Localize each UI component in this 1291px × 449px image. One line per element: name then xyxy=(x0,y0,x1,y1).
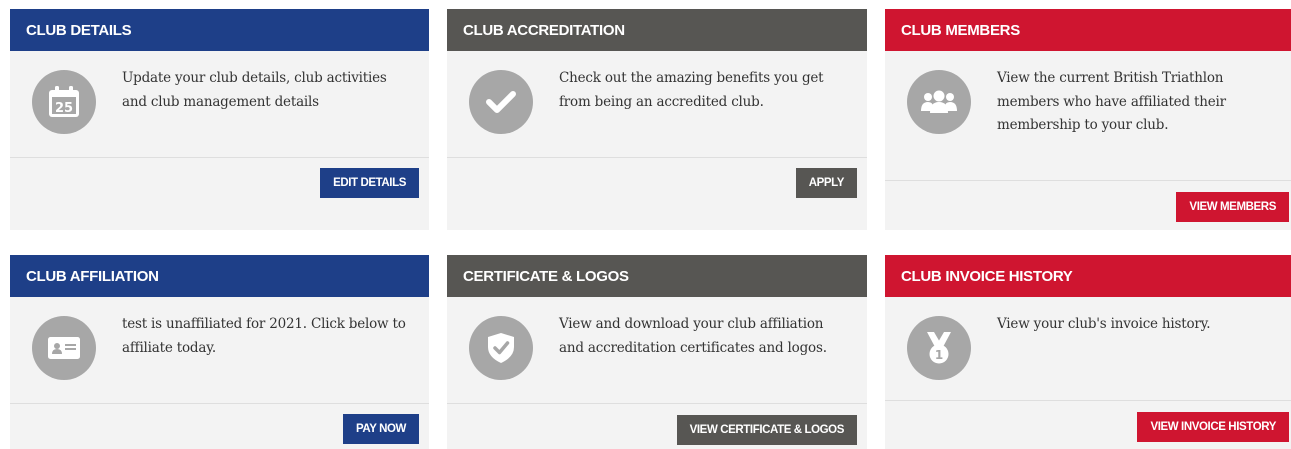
edit-details-button[interactable]: EDIT DETAILS xyxy=(320,168,419,198)
card-title: CERTIFICATE & LOGOS xyxy=(447,255,867,297)
card-description: test is unaffiliated for 2021. Click bel… xyxy=(122,316,406,356)
card-title: CLUB DETAILS xyxy=(10,9,429,51)
card-title: CLUB INVOICE HISTORY xyxy=(885,255,1291,297)
calendar-icon: 25 xyxy=(32,70,96,134)
card-body: test is unaffiliated for 2021. Click bel… xyxy=(10,297,429,404)
card-body: View and download your club affiliation … xyxy=(447,297,867,404)
certificate-logos-card: CERTIFICATE & LOGOS View and download yo… xyxy=(447,255,867,449)
card-title: CLUB MEMBERS xyxy=(885,9,1291,51)
id-card-icon xyxy=(32,316,96,380)
view-certificate-logos-button[interactable]: VIEW CERTIFICATE & LOGOS xyxy=(676,415,857,445)
club-invoice-history-card: CLUB INVOICE HISTORY 1 View your club's … xyxy=(885,255,1291,449)
card-description: View your club's invoice history. xyxy=(997,316,1211,332)
pay-now-button[interactable]: PAY NOW xyxy=(342,414,419,444)
card-body: Check out the amazing benefits you get f… xyxy=(447,51,867,158)
card-body: View the current British Triathlon membe… xyxy=(885,51,1291,181)
apply-button[interactable]: APPLY xyxy=(795,168,857,198)
card-title: CLUB AFFILIATION xyxy=(10,255,429,297)
card-body: 25 Update your club details, club activi… xyxy=(10,51,429,158)
card-title: CLUB ACCREDITATION xyxy=(447,9,867,51)
shield-check-icon xyxy=(469,316,533,380)
medal-number: 1 xyxy=(935,348,943,362)
members-icon xyxy=(907,70,971,134)
checkmark-icon xyxy=(469,70,533,134)
card-body: 1 View your club's invoice history. xyxy=(885,297,1291,401)
club-affiliation-card: CLUB AFFILIATION test is unaffiliated fo… xyxy=(10,255,429,449)
medal-icon: 1 xyxy=(907,316,971,380)
club-members-card: CLUB MEMBERS View the current British Tr… xyxy=(885,9,1291,230)
club-accreditation-card: CLUB ACCREDITATION Check out the amazing… xyxy=(447,9,867,230)
calendar-day: 25 xyxy=(55,101,73,116)
club-details-card: CLUB DETAILS 25 Update your club details… xyxy=(10,9,429,230)
card-description: View and download your club affiliation … xyxy=(559,316,827,356)
card-description: Check out the amazing benefits you get f… xyxy=(559,70,824,110)
card-description: View the current British Triathlon membe… xyxy=(997,70,1226,133)
view-invoice-history-button[interactable]: VIEW INVOICE HISTORY xyxy=(1137,412,1289,442)
view-members-button[interactable]: VIEW MEMBERS xyxy=(1176,192,1289,222)
card-description: Update your club details, club activitie… xyxy=(122,70,387,110)
